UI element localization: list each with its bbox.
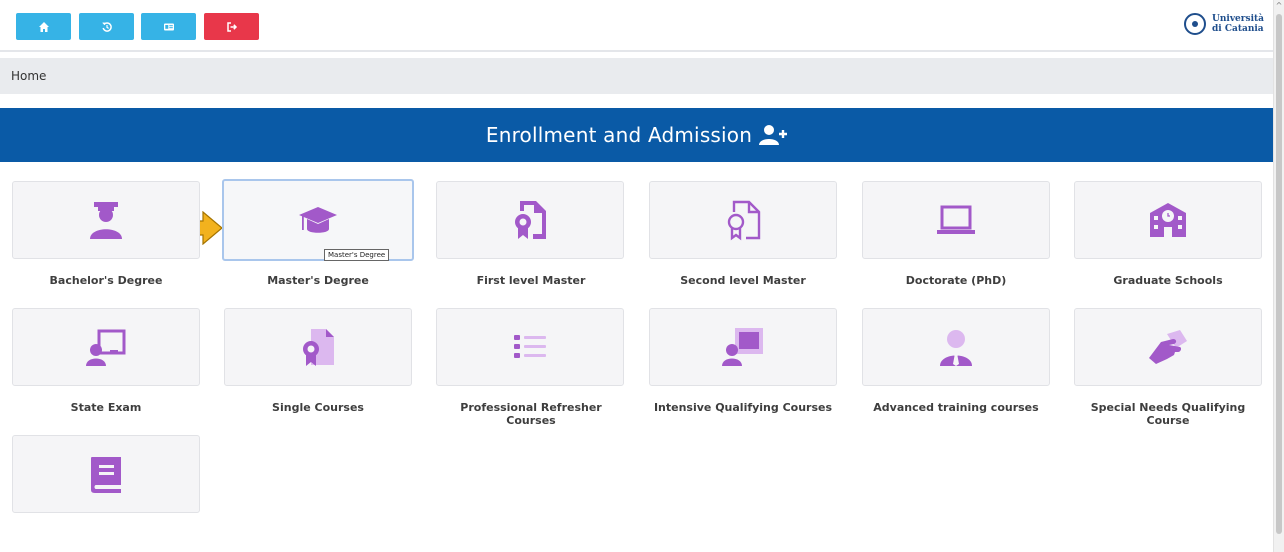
university-logo[interactable]: Università di Catania: [1184, 13, 1264, 35]
chalkboard-teacher-icon: [86, 329, 126, 366]
card-doctorate-phd[interactable]: [862, 181, 1050, 259]
list-icon: [514, 335, 546, 358]
card-label: Advanced training courses: [873, 401, 1039, 414]
home-button[interactable]: [16, 13, 71, 40]
card-label: Master's Degree: [267, 274, 369, 287]
user-tie-icon: [940, 330, 972, 366]
card-book[interactable]: [12, 435, 200, 513]
certificate-doc-icon: [515, 201, 546, 239]
card-special-needs-qualifying-course[interactable]: [1074, 308, 1262, 386]
breadcrumb-bar: Home: [0, 58, 1274, 94]
card-label: First level Master: [476, 274, 586, 287]
user-plus-icon: [759, 125, 788, 145]
book-icon: [91, 457, 121, 493]
card-label: Graduate Schools: [1113, 274, 1223, 287]
logout-icon: [226, 21, 237, 32]
laptop-icon: [937, 205, 975, 234]
university-name-line1: Università: [1212, 14, 1264, 24]
card-label: State Exam: [70, 401, 142, 414]
history-button[interactable]: [79, 13, 134, 40]
card-bachelors-degree[interactable]: [12, 181, 200, 259]
card-state-exam[interactable]: [12, 308, 200, 386]
card-label: Special Needs Qualifying Course: [1090, 401, 1246, 427]
card-intensive-qualifying-courses[interactable]: [649, 308, 837, 386]
university-name-line2: di Catania: [1212, 24, 1264, 34]
certificate-file-icon: [303, 329, 334, 366]
card-advanced-training-courses[interactable]: [862, 308, 1050, 386]
card-single-courses[interactable]: [224, 308, 412, 386]
handshake-icon: [1149, 330, 1187, 364]
graduation-cap-icon: [299, 207, 337, 233]
logout-button[interactable]: [204, 13, 259, 40]
section-title: Enrollment and Admission: [485, 123, 753, 147]
section-banner: Enrollment and Admission: [0, 108, 1274, 162]
breadcrumb-home[interactable]: Home: [11, 69, 46, 83]
card-label: Intensive Qualifying Courses: [653, 401, 833, 414]
certificate-doc-outline-icon: [727, 200, 761, 241]
scroll-up-arrow-icon[interactable]: ^: [1275, 2, 1283, 10]
tooltip: Master's Degree: [324, 249, 390, 261]
graduate-icon: [90, 202, 122, 239]
top-toolbar: Università di Catania: [0, 0, 1274, 52]
card-label: Doctorate (PhD): [905, 274, 1007, 287]
id-card-icon: [163, 23, 174, 30]
card-first-level-master[interactable]: [436, 181, 624, 259]
card-label: Single Courses: [272, 401, 364, 414]
university-name: Università di Catania: [1212, 14, 1264, 34]
card-second-level-master[interactable]: [649, 181, 837, 259]
card-label: Professional Refresher Courses: [460, 401, 602, 427]
university-seal-icon: [1184, 13, 1207, 35]
presentation-icon: [722, 328, 763, 366]
id-card-button[interactable]: [141, 13, 196, 40]
scrollbar-thumb[interactable]: [1276, 14, 1282, 534]
history-icon: [101, 21, 112, 32]
card-professional-refresher-courses[interactable]: [436, 308, 624, 386]
card-label: Second level Master: [680, 274, 806, 287]
school-icon: [1150, 203, 1186, 237]
home-icon: [38, 21, 49, 32]
card-label: Bachelor's Degree: [49, 274, 163, 287]
card-graduate-schools[interactable]: [1074, 181, 1262, 259]
vertical-scrollbar[interactable]: ^: [1273, 0, 1284, 552]
